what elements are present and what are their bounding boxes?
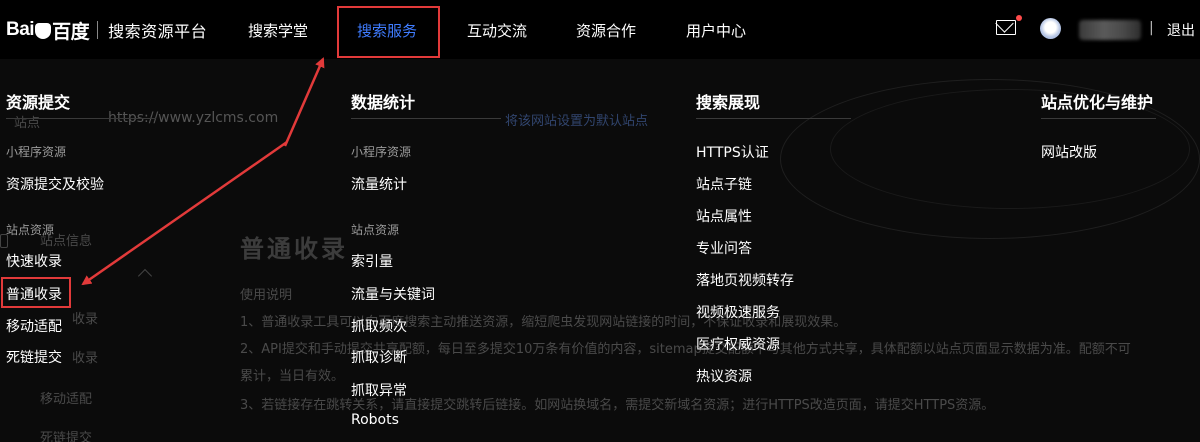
annotation-arrow <box>283 57 325 147</box>
bg-page-title: 普通收录 <box>240 235 348 263</box>
menu-item-crawl-frequency[interactable]: 抓取频次 <box>351 316 407 336</box>
menu-group-label: 站点资源 <box>6 223 55 237</box>
menu-item-dead-link-submit[interactable]: 死链提交 <box>6 347 62 367</box>
bg-sidebar-item: 收录 <box>72 312 99 327</box>
menu-group-label: 站点资源 <box>351 223 400 237</box>
nav-item-search-school[interactable]: 搜索学堂 <box>248 20 308 41</box>
logo-text-left: Bai <box>6 19 35 40</box>
nav-item-interaction[interactable]: 互动交流 <box>467 20 527 41</box>
menu-item-index-count[interactable]: 索引量 <box>351 251 393 271</box>
bg-sidebar-item: 移动适配 <box>40 392 93 407</box>
chevron-up-icon <box>137 268 153 284</box>
menu-item-fast-index[interactable]: 快速收录 <box>6 251 62 271</box>
bg-site-label: 站点 <box>14 116 41 131</box>
menu-column-title: 数据统计 <box>351 93 416 112</box>
mail-icon[interactable] <box>996 20 1016 35</box>
annotation-arrow <box>81 140 288 286</box>
menu-item-hot-topics[interactable]: 热议资源 <box>696 366 752 386</box>
avatar[interactable] <box>1040 18 1061 39</box>
nav-item-resource-cooperation[interactable]: 资源合作 <box>576 20 636 41</box>
menu-group-label: 小程序资源 <box>351 145 412 159</box>
bg-sidebar-item: 收录 <box>72 351 99 366</box>
menu-divider <box>6 118 156 119</box>
bg-sidebar-item: 死链提交 <box>40 431 93 442</box>
menu-item-crawl-errors[interactable]: 抓取异常 <box>351 380 407 400</box>
paw-icon <box>35 23 52 39</box>
menu-group-label: 小程序资源 <box>6 145 67 159</box>
platform-name: 搜索资源平台 <box>108 22 208 41</box>
menu-column-title: 搜索展现 <box>696 93 761 112</box>
menu-item-expert-qa[interactable]: 专业问答 <box>696 238 752 258</box>
menu-item-mobile-adapt[interactable]: 移动适配 <box>6 316 62 336</box>
menu-item-https-cert[interactable]: HTTPS认证 <box>696 142 769 162</box>
header-separator: | <box>1149 20 1154 36</box>
menu-item-traffic-keywords[interactable]: 流量与关键词 <box>351 284 435 304</box>
top-navigation-bar: Bai 百度 搜索资源平台 搜索学堂 搜索服务 互动交流 资源合作 用户中心 |… <box>0 0 1200 59</box>
background-page: 站点 https://www.yzlcms.com 将该网站设置为默认站点 站点… <box>0 59 1200 442</box>
menu-column-title: 站点优化与维护 <box>1041 93 1154 112</box>
menu-item-landing-video[interactable]: 落地页视频转存 <box>696 270 794 290</box>
menu-divider <box>696 118 851 119</box>
menu-item-resource-submit-verify[interactable]: 资源提交及校验 <box>6 174 104 194</box>
menu-item-sitelinks[interactable]: 站点子链 <box>696 174 752 194</box>
baidu-logo[interactable]: Bai 百度 搜索资源平台 <box>6 16 207 44</box>
menu-divider <box>351 118 501 119</box>
menu-item-site-attributes[interactable]: 站点属性 <box>696 206 752 226</box>
nav-item-user-center[interactable]: 用户中心 <box>686 20 746 41</box>
menu-item-traffic-stats[interactable]: 流量统计 <box>351 174 407 194</box>
logo-divider <box>97 21 99 39</box>
annotation-highlight-box <box>1 277 71 308</box>
menu-item-crawl-diagnosis[interactable]: 抓取诊断 <box>351 347 407 367</box>
logo-text-right: 百度 <box>52 21 90 43</box>
logout-button[interactable]: 退出 <box>1167 20 1195 40</box>
annotation-arrows <box>81 57 325 286</box>
menu-item-medical-authority[interactable]: 医疗权威资源 <box>696 334 780 354</box>
unread-dot <box>1016 15 1022 21</box>
menu-item-robots[interactable]: Robots <box>351 412 399 428</box>
username-redacted[interactable] <box>1079 20 1141 40</box>
menu-item-video-speed[interactable]: 视频极速服务 <box>696 302 780 322</box>
bg-set-default-link: 将该网站设置为默认站点 <box>505 114 649 129</box>
annotation-highlight-box <box>337 6 440 58</box>
menu-column-title: 资源提交 <box>6 93 71 112</box>
menu-divider <box>1041 118 1156 119</box>
bg-usage-label: 使用说明 <box>240 288 293 303</box>
menu-item-site-redesign[interactable]: 网站改版 <box>1041 142 1097 162</box>
bg-usage-line: 累计，当日有效。 <box>240 369 345 384</box>
